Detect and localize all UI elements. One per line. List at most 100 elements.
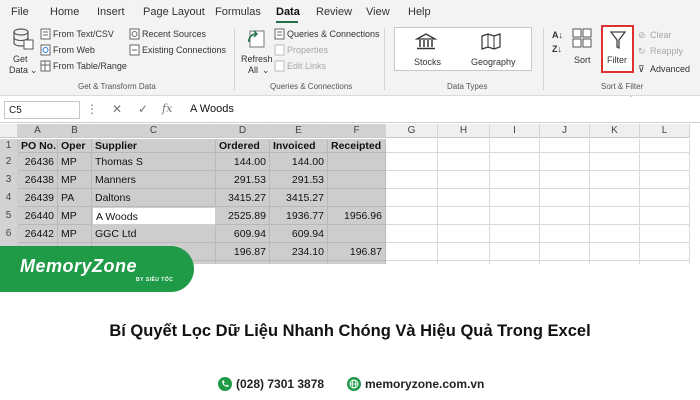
table-cell[interactable]: 234.10 — [270, 243, 328, 261]
empty-cell[interactable] — [490, 261, 540, 264]
table-cell[interactable] — [328, 153, 386, 171]
empty-cell[interactable] — [438, 261, 490, 264]
formula-input[interactable]: A Woods — [184, 101, 696, 119]
empty-cell[interactable] — [590, 207, 640, 225]
empty-cell[interactable] — [590, 261, 640, 264]
cancel-icon[interactable]: ✕ — [112, 102, 122, 116]
table-header-cell[interactable]: Oper — [58, 139, 92, 153]
empty-cell[interactable] — [386, 171, 438, 189]
empty-cell[interactable] — [590, 243, 640, 261]
column-header-e[interactable]: E — [270, 124, 328, 138]
empty-cell[interactable] — [490, 225, 540, 243]
empty-cell[interactable] — [540, 139, 590, 153]
menu-help[interactable]: Help — [408, 6, 431, 18]
table-cell[interactable]: 609.94 — [270, 225, 328, 243]
empty-cell[interactable] — [590, 171, 640, 189]
table-cell[interactable]: 3415.27 — [216, 189, 270, 207]
table-cell[interactable]: 26436 — [18, 153, 58, 171]
enter-check-icon[interactable]: ✓ — [138, 102, 148, 116]
column-header-f[interactable]: F — [328, 124, 386, 138]
table-cell[interactable]: 2525.89 — [216, 207, 270, 225]
column-header-h[interactable]: H — [438, 124, 490, 138]
table-cell[interactable] — [328, 171, 386, 189]
table-cell[interactable]: Manners — [92, 171, 216, 189]
table-cell[interactable] — [328, 189, 386, 207]
empty-cell[interactable] — [490, 153, 540, 171]
empty-cell[interactable] — [490, 171, 540, 189]
name-box[interactable]: C5 — [4, 101, 80, 119]
empty-cell[interactable] — [438, 171, 490, 189]
empty-cell[interactable] — [640, 171, 690, 189]
table-cell[interactable]: 196.87 — [216, 243, 270, 261]
column-header-b[interactable]: B — [58, 124, 92, 138]
empty-cell[interactable] — [590, 225, 640, 243]
empty-cell[interactable] — [438, 225, 490, 243]
table-header-cell[interactable]: Invoiced — [270, 139, 328, 153]
insert-function-icon[interactable]: fx — [162, 102, 172, 115]
table-cell[interactable]: 291.53 — [216, 171, 270, 189]
row-header[interactable]: 2 — [0, 153, 18, 171]
spreadsheet-grid[interactable]: ABCDEFGHIJKL12345678910PO No.OperSupplie… — [0, 124, 700, 264]
empty-cell[interactable] — [540, 243, 590, 261]
menu-data[interactable]: Data — [276, 6, 300, 18]
table-cell[interactable] — [328, 225, 386, 243]
column-header-i[interactable]: I — [490, 124, 540, 138]
filter-button[interactable]: Filter — [601, 25, 634, 73]
empty-cell[interactable] — [386, 225, 438, 243]
table-header-cell[interactable]: Receipted — [328, 139, 386, 153]
empty-cell[interactable] — [540, 225, 590, 243]
empty-cell[interactable] — [640, 243, 690, 261]
select-all-corner[interactable] — [0, 124, 18, 138]
empty-cell[interactable] — [590, 189, 640, 207]
table-cell[interactable]: MP — [58, 153, 92, 171]
table-cell[interactable]: 26440 — [18, 207, 58, 225]
column-header-j[interactable]: J — [540, 124, 590, 138]
table-cell[interactable]: 457.38 — [328, 261, 386, 264]
empty-cell[interactable] — [386, 139, 438, 153]
table-cell[interactable]: 26442 — [18, 225, 58, 243]
menu-insert[interactable]: Insert — [97, 6, 125, 18]
table-header-cell[interactable]: PO No. — [18, 139, 58, 153]
empty-cell[interactable] — [640, 207, 690, 225]
column-header-a[interactable]: A — [18, 124, 58, 138]
table-cell[interactable]: 196.87 — [328, 243, 386, 261]
menu-page-layout[interactable]: Page Layout — [143, 6, 205, 18]
table-cell[interactable]: 3415.27 — [270, 189, 328, 207]
empty-cell[interactable] — [438, 153, 490, 171]
column-header-d[interactable]: D — [216, 124, 270, 138]
menu-review[interactable]: Review — [316, 6, 352, 18]
menu-formulas[interactable]: Formulas — [215, 6, 261, 18]
empty-cell[interactable] — [640, 153, 690, 171]
row-header[interactable]: 6 — [0, 225, 18, 243]
active-cell[interactable]: A Woods — [92, 207, 216, 225]
empty-cell[interactable] — [640, 189, 690, 207]
empty-cell[interactable] — [386, 153, 438, 171]
column-header-k[interactable]: K — [590, 124, 640, 138]
table-cell[interactable]: Thomas S — [92, 153, 216, 171]
column-header-l[interactable]: L — [640, 124, 690, 138]
empty-cell[interactable] — [540, 171, 590, 189]
empty-cell[interactable] — [386, 261, 438, 264]
table-cell[interactable]: 26439 — [18, 189, 58, 207]
empty-cell[interactable] — [540, 261, 590, 264]
empty-cell[interactable] — [386, 207, 438, 225]
menu-view[interactable]: View — [366, 6, 390, 18]
table-header-cell[interactable]: Supplier — [92, 139, 216, 153]
empty-cell[interactable] — [590, 153, 640, 171]
empty-cell[interactable] — [490, 139, 540, 153]
table-cell[interactable]: GGC Ltd — [92, 225, 216, 243]
table-cell[interactable]: 26438 — [18, 171, 58, 189]
empty-cell[interactable] — [490, 243, 540, 261]
empty-cell[interactable] — [438, 207, 490, 225]
menu-file[interactable]: File — [11, 6, 29, 18]
row-header[interactable]: 1 — [0, 139, 18, 153]
column-header-c[interactable]: C — [92, 124, 216, 138]
table-cell[interactable]: 609.94 — [216, 225, 270, 243]
table-cell[interactable]: MP — [58, 207, 92, 225]
table-cell[interactable]: 457.38 — [216, 261, 270, 264]
table-cell[interactable]: MP — [58, 171, 92, 189]
empty-cell[interactable] — [438, 139, 490, 153]
empty-cell[interactable] — [438, 189, 490, 207]
table-cell[interactable]: Daltons — [92, 189, 216, 207]
empty-cell[interactable] — [386, 243, 438, 261]
